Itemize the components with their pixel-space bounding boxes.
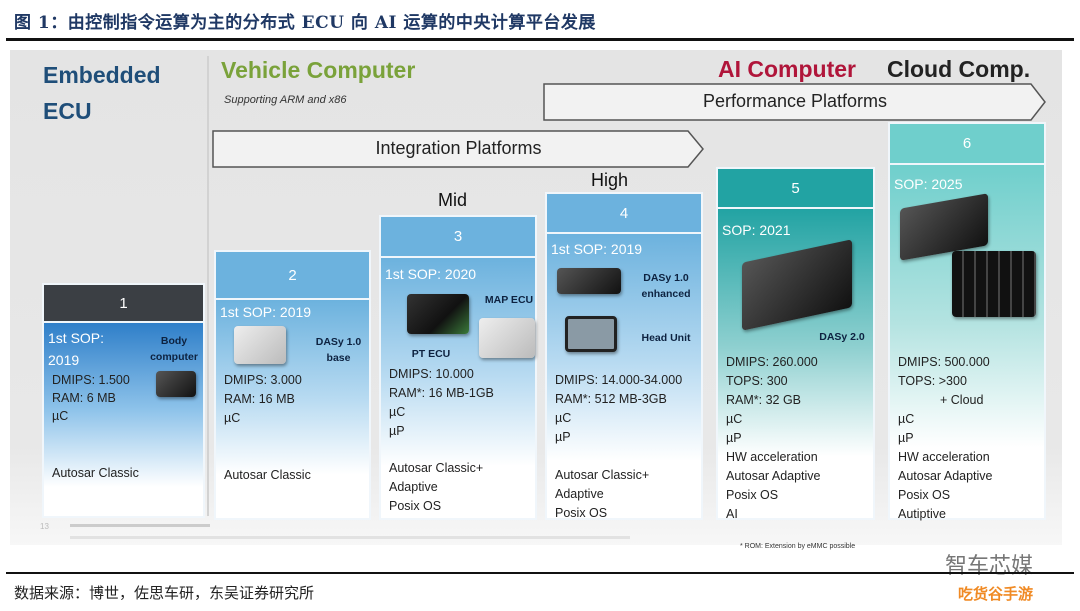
spec: µP xyxy=(898,431,914,445)
spec: DMIPS: 1.500 xyxy=(52,373,130,387)
sop-date: SOP: 2021 xyxy=(722,222,791,238)
spec: µP xyxy=(555,430,571,444)
device-label: MAP ECU xyxy=(484,294,534,306)
level-mid: Mid xyxy=(438,190,468,210)
software: Adaptive xyxy=(555,487,604,501)
figure-source: 数据来源：博世，佐思车研，东吴证券研究所 xyxy=(14,584,315,602)
server-rack-image xyxy=(952,251,1036,317)
era-embedded-ecu: Embedded ECU xyxy=(43,62,161,124)
spec: µC xyxy=(726,412,743,426)
software: Autosar Classic xyxy=(224,468,311,482)
spec: DMIPS: 500.000 xyxy=(898,355,990,369)
dasy-base-image xyxy=(234,326,286,364)
spec: TOPS: 300 xyxy=(726,374,788,388)
column-4-header: 4 xyxy=(545,192,703,234)
footer-fineprint xyxy=(70,536,630,539)
spec: RAM*: 32 GB xyxy=(726,393,802,407)
map-ecu-image xyxy=(479,318,535,358)
column-2-body: 1st SOP: 2019 DASy 1.0 base DMIPS: 3.000… xyxy=(214,300,371,520)
page-number: 13 xyxy=(40,522,49,531)
spec: µC xyxy=(898,412,915,426)
spec: µC xyxy=(52,409,69,423)
device-label: DASy 2.0 xyxy=(819,331,865,343)
pt-ecu-image xyxy=(407,294,469,334)
era-vehicle-computer: Vehicle Computer xyxy=(221,57,416,83)
watermark-logo: 智车芯媒 xyxy=(945,553,1034,578)
footnote: * ROM: Extension by eMMC possible xyxy=(740,543,856,550)
spec: AI xyxy=(726,507,738,521)
sop-date: 1st SOP: 2020 xyxy=(385,266,477,282)
sop-date: 1st SOP: 2019 xyxy=(220,304,312,320)
spec: µC xyxy=(555,411,572,425)
column-5-header: 5 xyxy=(716,167,875,209)
spec: µP xyxy=(389,424,405,438)
spec: HW acceleration xyxy=(898,450,990,464)
column-6-header: 6 xyxy=(888,122,1046,165)
software: Posix OS xyxy=(389,499,442,513)
spec: RAM: 16 MB xyxy=(224,392,295,406)
body-computer-image xyxy=(156,371,196,397)
spec: RAM*: 16 MB-1GB xyxy=(389,386,494,400)
integration-platforms-arrow: Integration Platforms xyxy=(212,130,705,168)
footer-fineprint xyxy=(70,524,210,527)
device-label: DASy 1.0 enhanced xyxy=(641,272,691,300)
level-high: High xyxy=(591,170,629,190)
software: Adaptive xyxy=(389,480,438,494)
spec: DMIPS: 260.000 xyxy=(726,355,818,369)
device-label: Head Unit xyxy=(641,332,691,344)
column-6-body: SOP: 2025 DMIPS: 500.000 TOPS: >300 + Clou… xyxy=(888,165,1046,521)
column-5-body: SOP: 2021 DASy 2.0 DMIPS: 260.000 TOPS: 3… xyxy=(716,209,875,521)
spec: Autosar Adaptive xyxy=(726,469,821,483)
era-cloud-comp: Cloud Comp. xyxy=(887,56,1031,82)
spec: Posix OS xyxy=(726,488,779,502)
divider xyxy=(6,572,1074,574)
divider xyxy=(6,38,1074,41)
device-label: PT ECU xyxy=(411,348,451,360)
spec: Autosar Adaptive xyxy=(898,469,993,483)
device-label: DASy 1.0 base xyxy=(315,336,362,364)
spec: µC xyxy=(389,405,406,419)
spec: µP xyxy=(726,431,742,445)
spec: TOPS: >300 xyxy=(898,374,967,388)
spec: µC xyxy=(224,411,241,425)
arrow-label: Integration Platforms xyxy=(375,138,542,158)
era-ai-computer: AI Computer xyxy=(718,56,856,82)
sop-date: SOP: 2025 xyxy=(894,176,963,192)
spec: HW acceleration xyxy=(726,450,818,464)
spec: Posix OS xyxy=(898,488,951,502)
spec: + Cloud xyxy=(940,393,984,407)
dasy-enhanced-image xyxy=(557,268,621,294)
column-4-body: 1st SOP: 2019 DASy 1.0 enhanced Head Uni… xyxy=(545,234,703,520)
column-1-header: 1 xyxy=(42,283,205,323)
software: Autosar Classic+ xyxy=(555,468,650,482)
arrow-label: Performance Platforms xyxy=(702,91,888,111)
device-label: Body computer xyxy=(150,335,198,363)
spec: DMIPS: 3.000 xyxy=(224,373,302,387)
spec: Autiptive xyxy=(898,507,946,521)
software: Autosar Classic xyxy=(52,466,139,480)
spec: RAM: 6 MB xyxy=(52,391,116,405)
spec: DMIPS: 14.000-34.000 xyxy=(555,373,683,387)
software: Autosar Classic+ xyxy=(389,461,484,475)
dasy-2-image xyxy=(742,239,852,331)
figure-title: 图 1：由控制指令运算为主的分布式 ECU 向 AI 运算的中央计算平台发展 xyxy=(14,13,596,33)
head-unit-image xyxy=(565,316,617,352)
software: Posix OS xyxy=(555,506,608,520)
column-3-header: 3 xyxy=(379,215,537,258)
divider xyxy=(207,56,209,516)
performance-platforms-arrow: Performance Platforms xyxy=(543,83,1047,121)
spec: DMIPS: 10.000 xyxy=(389,367,474,381)
column-3-body: 1st SOP: 2020 MAP ECU PT ECU DMIPS: 10.0… xyxy=(379,258,537,520)
sop-date: 1st SOP: 2019 xyxy=(551,241,643,257)
spec: RAM*: 512 MB-3GB xyxy=(555,392,667,406)
era-subtitle: Supporting ARM and x86 xyxy=(224,94,347,106)
column-1-body: 1st SOP: 2019 Body computer DMIPS: 1.500… xyxy=(42,323,205,518)
column-2-header: 2 xyxy=(214,250,371,300)
watermark-logo: 吃货谷手游 xyxy=(958,586,1034,603)
sop-date: 1st SOP: 2019 xyxy=(48,330,105,368)
